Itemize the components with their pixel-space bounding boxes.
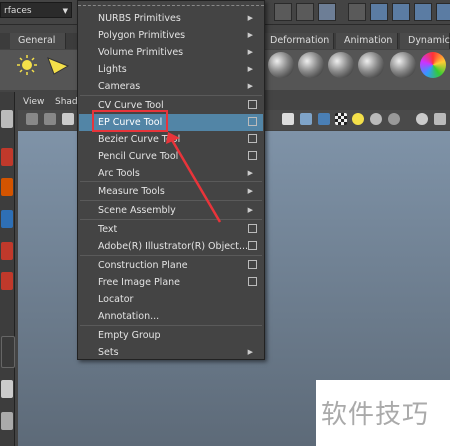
material-sphere-icon[interactable] — [358, 52, 384, 78]
image-plane-icon[interactable] — [62, 113, 74, 125]
light-icon[interactable] — [16, 54, 38, 76]
annotation-highlight-box — [92, 110, 168, 132]
material-sphere-icon[interactable] — [328, 52, 354, 78]
menu-item-polygon-primitives[interactable]: Polygon Primitives ▶ — [79, 27, 263, 44]
texture-icon[interactable] — [335, 113, 347, 125]
submenu-arrow-icon: ▶ — [247, 65, 253, 73]
menu-set-select[interactable]: rfaces ▼ — [0, 2, 72, 18]
material-sphere-icon[interactable] — [268, 52, 294, 78]
select-tool-icon[interactable] — [1, 110, 13, 128]
menu-item-label: Sets — [98, 347, 119, 358]
snap-point-icon[interactable] — [348, 3, 366, 21]
smooth-shade-icon[interactable] — [300, 113, 312, 125]
menu-separator — [80, 95, 262, 96]
option-box-icon[interactable] — [248, 260, 257, 269]
isolate-icon[interactable] — [416, 113, 428, 125]
menu-item-label: Measure Tools — [98, 186, 165, 197]
option-box-icon[interactable] — [248, 151, 257, 160]
tear-off-bar[interactable] — [78, 1, 264, 6]
snap-curve-icon[interactable] — [318, 3, 336, 21]
ambient-occlusion-icon[interactable] — [388, 113, 400, 125]
lasso-tool-icon[interactable] — [1, 148, 13, 166]
move-icon[interactable] — [370, 3, 388, 21]
menu-item-label: NURBS Primitives — [98, 13, 181, 24]
submenu-arrow-icon: ▶ — [247, 206, 253, 214]
watermark: 软件技巧 — [316, 380, 450, 446]
option-box-icon[interactable] — [248, 117, 257, 126]
menu-item-label: Annotation... — [98, 311, 160, 322]
ramp-shader-icon[interactable] — [420, 52, 446, 78]
camera-icon[interactable] — [26, 113, 38, 125]
camera-attr-icon[interactable] — [44, 113, 56, 125]
tab-deformation[interactable]: Deformation — [262, 33, 334, 49]
menu-item-label: Locator — [98, 294, 134, 305]
tab-general[interactable]: General — [10, 33, 66, 49]
menu-item-label: Free Image Plane — [98, 277, 181, 288]
option-box-icon[interactable] — [248, 224, 257, 233]
curve-icon[interactable] — [392, 3, 410, 21]
menu-item-cameras[interactable]: Cameras ▶ — [79, 78, 263, 95]
xray-icon[interactable] — [434, 113, 446, 125]
wireframe-icon[interactable] — [282, 113, 294, 125]
move-tool-icon[interactable] — [1, 210, 13, 228]
snap-grid-icon[interactable] — [296, 3, 314, 21]
rotate-icon[interactable] — [414, 3, 432, 21]
menu-set-label: rfaces — [4, 6, 32, 16]
shaded-icon[interactable] — [318, 113, 330, 125]
submenu-arrow-icon: ▶ — [247, 14, 253, 22]
tab-animation[interactable]: Animation — [336, 33, 398, 49]
menu-item-label: Volume Primitives — [98, 47, 184, 58]
menu-item-label: Polygon Primitives — [98, 30, 186, 41]
submenu-arrow-icon: ▶ — [247, 31, 253, 39]
menu-item-locator[interactable]: Locator — [79, 291, 263, 308]
scale-icon[interactable] — [436, 3, 450, 21]
option-box-icon[interactable] — [248, 100, 257, 109]
scale-tool-icon[interactable] — [1, 272, 13, 290]
single-pane-icon[interactable] — [1, 380, 13, 398]
option-box-icon[interactable] — [248, 241, 257, 250]
lights-icon[interactable] — [352, 113, 364, 125]
menu-item-lights[interactable]: Lights ▶ — [79, 61, 263, 78]
material-sphere-icon[interactable] — [390, 52, 416, 78]
menu-item-adobe-r-illustrator-r-object[interactable]: Adobe(R) Illustrator(R) Object... — [79, 238, 263, 255]
tab-dynamic[interactable]: Dynamic — [400, 33, 450, 49]
menu-separator — [80, 325, 262, 326]
menu-item-label: Empty Group — [98, 330, 161, 341]
layout-button[interactable] — [1, 336, 15, 368]
menu-separator — [80, 255, 262, 256]
watermark-text: 软件技巧 — [321, 400, 430, 430]
submenu-arrow-icon: ▶ — [247, 348, 253, 356]
snap-icon[interactable] — [274, 3, 292, 21]
menu-item-construction-plane[interactable]: Construction Plane — [79, 257, 263, 274]
menu-item-annotation[interactable]: Annotation... — [79, 308, 263, 325]
submenu-arrow-icon: ▶ — [247, 82, 253, 90]
two-pane-icon[interactable] — [1, 412, 13, 430]
menu-item-label: Adobe(R) Illustrator(R) Object... — [98, 241, 249, 252]
option-box-icon[interactable] — [248, 134, 257, 143]
menu-item-empty-group[interactable]: Empty Group — [79, 327, 263, 344]
menu-item-nurbs-primitives[interactable]: NURBS Primitives ▶ — [79, 10, 263, 27]
option-box-icon[interactable] — [248, 277, 257, 286]
submenu-arrow-icon: ▶ — [247, 48, 253, 56]
paint-tool-icon[interactable] — [1, 178, 13, 196]
submenu-arrow-icon: ▶ — [247, 187, 253, 195]
menu-item-label: Construction Plane — [98, 260, 188, 271]
material-sphere-icon[interactable] — [298, 52, 324, 78]
menu-item-sets[interactable]: Sets ▶ — [79, 344, 263, 361]
menu-item-label: Cameras — [98, 81, 141, 92]
chevron-down-icon: ▼ — [62, 7, 68, 15]
menu-item-free-image-plane[interactable]: Free Image Plane — [79, 274, 263, 291]
submenu-arrow-icon: ▶ — [247, 169, 253, 177]
menu-item-label: Lights — [98, 64, 127, 75]
menu-item-label: Text — [98, 224, 118, 235]
annotation-arrow — [166, 132, 222, 223]
menu-item-label: Arc Tools — [98, 168, 140, 179]
panel-menu-shading[interactable]: Shad — [55, 95, 78, 109]
spot-light-icon[interactable] — [44, 54, 72, 76]
shadow-icon[interactable] — [370, 113, 382, 125]
panel-menu-view[interactable]: View — [23, 95, 44, 109]
menu-item-volume-primitives[interactable]: Volume Primitives ▶ — [79, 44, 263, 61]
rotate-tool-icon[interactable] — [1, 242, 13, 260]
